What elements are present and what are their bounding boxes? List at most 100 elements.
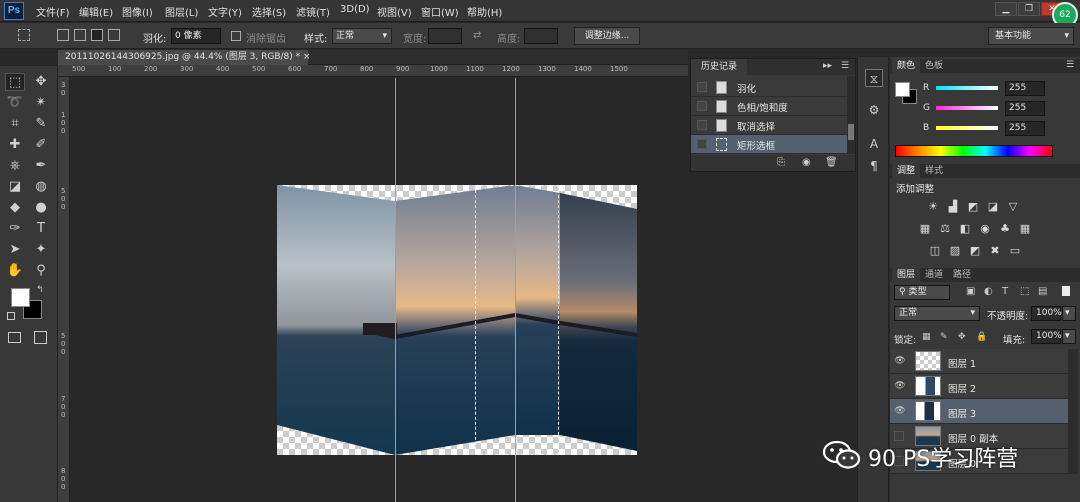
trash-icon[interactable]: 🗑 bbox=[825, 157, 838, 168]
hand-tool-icon[interactable]: ✋ bbox=[5, 262, 25, 280]
black-white-icon[interactable]: ◧ bbox=[958, 223, 972, 235]
layer-filter-select[interactable]: ⚲ 类型 bbox=[894, 285, 950, 300]
blend-mode-select[interactable]: 正常 ▾ bbox=[894, 306, 980, 321]
panel-menu-icon[interactable]: ☰ bbox=[841, 61, 849, 71]
history-brush-tool-icon[interactable]: ✒ bbox=[31, 157, 51, 175]
dodge-tool-icon[interactable]: ● bbox=[31, 199, 51, 217]
menu-layer[interactable]: 图层(L) bbox=[165, 4, 198, 19]
history-scrollbar[interactable] bbox=[847, 76, 855, 154]
tab-styles[interactable]: 样式 bbox=[920, 164, 948, 178]
style-select[interactable]: 正常 ▾ bbox=[332, 28, 392, 44]
marquee-selection[interactable] bbox=[475, 185, 559, 455]
actions-panel-icon[interactable]: ⚙ bbox=[865, 101, 883, 119]
healing-brush-tool-icon[interactable]: ✚ bbox=[5, 136, 25, 154]
selective-color-icon[interactable]: ✖ bbox=[988, 245, 1002, 257]
horizontal-ruler[interactable]: 500 100 200 300 400 500 600 700 800 900 … bbox=[58, 65, 688, 77]
tab-paths[interactable]: 路径 bbox=[948, 268, 976, 282]
layers-scrollbar[interactable] bbox=[1068, 349, 1078, 474]
history-checkbox[interactable] bbox=[697, 82, 707, 92]
quick-mask-icon[interactable] bbox=[8, 332, 21, 343]
feather-input[interactable]: 0 像素 bbox=[171, 28, 221, 44]
zoom-tool-icon[interactable]: ⚲ bbox=[31, 262, 51, 280]
width-input[interactable] bbox=[428, 28, 462, 44]
swap-colors-icon[interactable]: ↰ bbox=[36, 285, 44, 295]
custom-shape-tool-icon[interactable]: ✦ bbox=[31, 241, 51, 259]
opacity-input[interactable]: 100% bbox=[1031, 306, 1062, 321]
pen-tool-icon[interactable]: ✑ bbox=[5, 220, 25, 238]
menu-window[interactable]: 窗口(W) bbox=[421, 4, 459, 19]
vibrance-icon[interactable]: ▽ bbox=[1006, 201, 1020, 213]
intersect-selection-icon[interactable] bbox=[108, 29, 120, 41]
menu-help[interactable]: 帮助(H) bbox=[467, 4, 502, 19]
gradient-map-icon[interactable]: ▭ bbox=[1008, 245, 1022, 257]
screen-mode-icon[interactable] bbox=[34, 331, 47, 344]
menu-select[interactable]: 选择(S) bbox=[252, 4, 286, 19]
rectangular-marquee-tool-icon[interactable]: ⬚ bbox=[5, 73, 25, 91]
brush-tool-icon[interactable]: ✐ bbox=[31, 136, 51, 154]
restore-button[interactable]: ❐ bbox=[1018, 2, 1040, 16]
blur-tool-icon[interactable]: ◆ bbox=[5, 199, 25, 217]
history-item[interactable]: 取消选择 bbox=[691, 116, 847, 135]
refine-edge-button[interactable]: 调整边缘... bbox=[574, 27, 640, 45]
new-document-from-state-icon[interactable]: ⎘ bbox=[777, 157, 785, 168]
tab-adjustments[interactable]: 调整 bbox=[892, 164, 920, 178]
layer-row[interactable]: 👁 图层 2 bbox=[890, 374, 1068, 399]
paragraph-panel-icon[interactable]: ¶ bbox=[865, 157, 883, 175]
color-balance-icon[interactable]: ⚖ bbox=[938, 223, 952, 235]
document-canvas[interactable] bbox=[277, 185, 637, 455]
new-selection-icon[interactable] bbox=[57, 29, 69, 41]
panel-menu-icon[interactable]: ☰ bbox=[1066, 60, 1074, 70]
add-selection-icon[interactable] bbox=[74, 29, 86, 41]
red-slider[interactable] bbox=[936, 86, 998, 90]
history-checkbox[interactable] bbox=[697, 139, 707, 149]
eraser-tool-icon[interactable]: ◪ bbox=[5, 178, 25, 196]
red-value-input[interactable]: 255 bbox=[1005, 81, 1045, 96]
subtract-selection-icon[interactable] bbox=[91, 29, 103, 41]
lock-transparent-icon[interactable]: ▦ bbox=[922, 332, 931, 342]
paint-bucket-tool-icon[interactable]: ◍ bbox=[31, 178, 51, 196]
blue-value-input[interactable]: 255 bbox=[1005, 121, 1045, 136]
swap-icon[interactable]: ⇄ bbox=[473, 30, 481, 41]
menu-edit[interactable]: 编辑(E) bbox=[79, 4, 113, 19]
tab-swatches[interactable]: 色板 bbox=[920, 59, 948, 73]
eye-icon[interactable]: 👁 bbox=[894, 380, 906, 392]
clone-stamp-tool-icon[interactable]: ⎈ bbox=[5, 157, 25, 175]
menu-3d[interactable]: 3D(D) bbox=[340, 4, 370, 15]
tab-history[interactable]: 历史记录 bbox=[691, 59, 747, 75]
camera-icon[interactable]: ◉ bbox=[802, 157, 811, 168]
filter-image-icon[interactable]: ▣ bbox=[966, 286, 975, 297]
layer-row[interactable]: 👁 图层 1 bbox=[890, 349, 1068, 374]
path-selection-tool-icon[interactable]: ➤ bbox=[5, 241, 25, 259]
green-slider[interactable] bbox=[936, 106, 998, 110]
green-value-input[interactable]: 255 bbox=[1005, 101, 1045, 116]
tab-channels[interactable]: 通道 bbox=[920, 268, 948, 282]
fill-dropdown[interactable]: ▾ bbox=[1062, 329, 1076, 344]
crop-tool-icon[interactable]: ⌗ bbox=[5, 115, 25, 133]
magic-wand-tool-icon[interactable]: ✴ bbox=[31, 94, 51, 112]
eye-icon[interactable]: 👁 bbox=[894, 355, 906, 367]
curves-icon[interactable]: ◩ bbox=[966, 201, 980, 213]
menu-image[interactable]: 图像(I) bbox=[122, 4, 153, 19]
workspace-select[interactable]: 基本功能 ▾ bbox=[988, 27, 1074, 45]
posterize-icon[interactable]: ▨ bbox=[948, 245, 962, 257]
history-checkbox[interactable] bbox=[697, 120, 707, 130]
menu-view[interactable]: 视图(V) bbox=[377, 4, 412, 19]
opacity-dropdown[interactable]: ▾ bbox=[1062, 306, 1076, 321]
fill-input[interactable]: 100% bbox=[1031, 329, 1062, 344]
default-colors-icon[interactable] bbox=[7, 312, 15, 320]
threshold-icon[interactable]: ◩ bbox=[968, 245, 982, 257]
layer-row[interactable]: 👁 图层 3 bbox=[890, 399, 1068, 424]
filter-adjustment-icon[interactable]: ◐ bbox=[984, 286, 993, 297]
antialias-checkbox[interactable] bbox=[231, 31, 241, 41]
brightness-icon[interactable]: ☀ bbox=[926, 201, 940, 213]
filter-type-icon[interactable]: T bbox=[1002, 286, 1008, 297]
lock-all-icon[interactable]: 🔒 bbox=[976, 332, 987, 342]
tab-color[interactable]: 颜色 bbox=[892, 59, 920, 73]
lock-pixels-icon[interactable]: ✎ bbox=[940, 332, 948, 342]
lasso-tool-icon[interactable]: ➰ bbox=[5, 94, 25, 112]
scrollbar-thumb[interactable] bbox=[848, 124, 854, 140]
channel-mixer-icon[interactable]: ♣ bbox=[998, 223, 1012, 235]
invert-icon[interactable]: ◫ bbox=[928, 245, 942, 257]
color-spectrum[interactable] bbox=[895, 145, 1053, 157]
blue-slider[interactable] bbox=[936, 126, 998, 130]
